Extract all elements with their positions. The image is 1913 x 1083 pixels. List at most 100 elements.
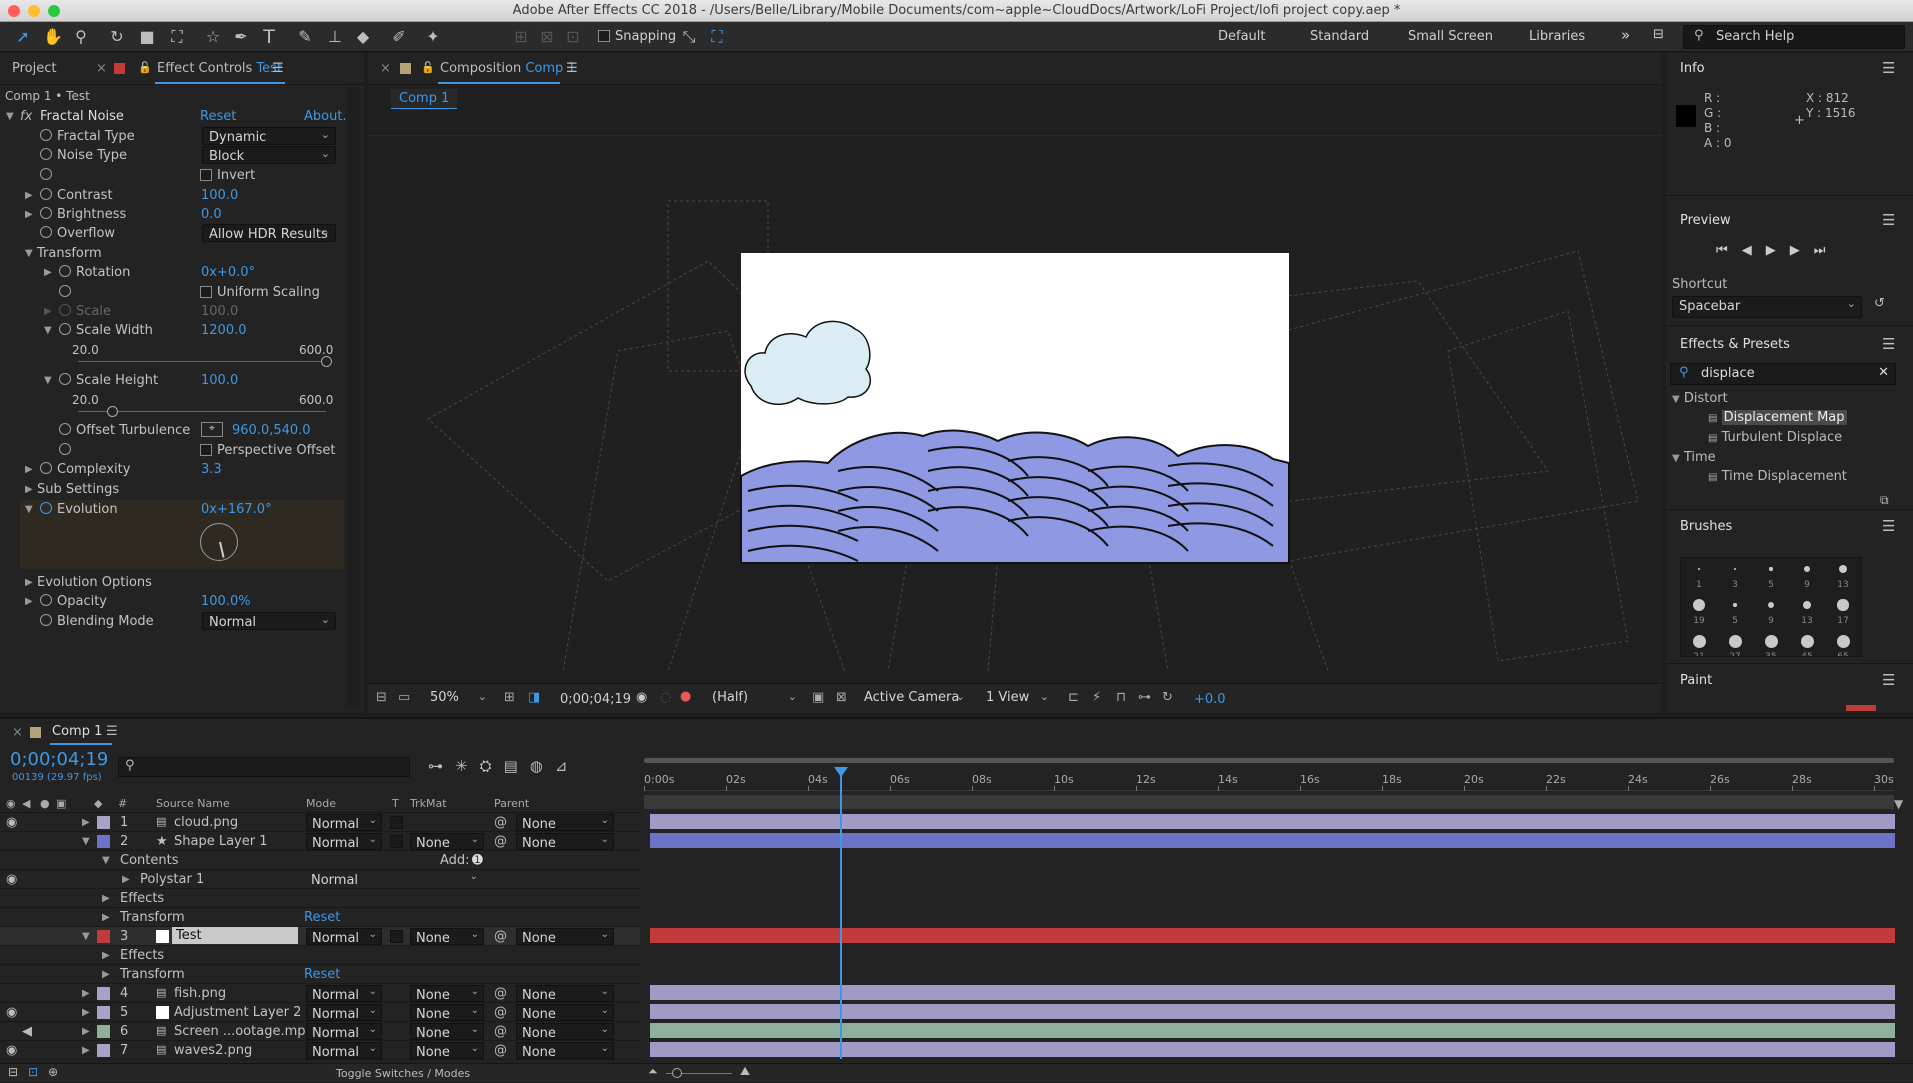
layer-bar-adjustment[interactable]	[650, 1004, 1895, 1019]
stopwatch-icon[interactable]	[40, 462, 52, 478]
last-frame-icon[interactable]: ⏭	[1814, 243, 1840, 258]
stopwatch-icon[interactable]	[59, 285, 71, 301]
layer-row[interactable]: ◉ ▶ 5 Adjustment Layer 2 Normal ⌄ None ⌄ @…	[0, 1003, 640, 1022]
trkmat-dropdown[interactable]: None ⌄	[410, 985, 484, 1003]
expand-arrow[interactable]: ▶	[44, 267, 52, 278]
align-icon-3[interactable]: ⊡	[560, 25, 586, 49]
preserve-transparency-toggle[interactable]	[390, 835, 403, 848]
parent-dropdown[interactable]: None ⌄	[516, 1023, 614, 1041]
clear-search-icon[interactable]: ✕	[1878, 365, 1889, 380]
mode-dropdown[interactable]: Normal ⌄	[306, 814, 382, 832]
expand-arrow[interactable]: ▶	[102, 912, 110, 923]
camera-dropdown[interactable]: Active Camera ⌄	[858, 690, 970, 708]
pickwhip-icon[interactable]: @	[494, 1024, 507, 1039]
expand-arrow[interactable]: ▶	[82, 817, 90, 828]
expand-arrow[interactable]: ▶	[82, 1026, 90, 1037]
playhead-handle[interactable]	[834, 767, 848, 777]
expand-effect-arrow[interactable]: ▼	[6, 111, 14, 122]
selection-tool-icon[interactable]: ➚	[10, 25, 36, 49]
slider-knob[interactable]	[106, 406, 118, 417]
tab-effect-controls[interactable]: Effect Controls Test	[157, 61, 282, 76]
expand-arrow[interactable]: ▶	[102, 893, 110, 904]
comp-marker-bin-icon[interactable]: ▼	[1894, 797, 1903, 811]
pan-behind-tool-icon[interactable]: ⛶	[164, 25, 190, 49]
expand-arrow[interactable]: ▶	[25, 596, 33, 607]
graph-editor-icon[interactable]: ⊿	[555, 757, 580, 775]
current-timecode[interactable]: 0;00;04;19	[10, 749, 108, 770]
mode-dropdown[interactable]: Normal ⌄	[306, 1023, 382, 1041]
effects-row[interactable]: ▶ Effects	[0, 946, 640, 965]
layer-bar-fish[interactable]	[650, 985, 1895, 1000]
layer-name[interactable]: cloud.png	[174, 815, 238, 830]
roto-brush-tool-icon[interactable]: ✐	[386, 25, 412, 49]
eye-icon[interactable]: ◉	[6, 1043, 17, 1058]
layer-row-selected[interactable]: ▼ 3 Test Normal ⌄ None ⌄ @ None ⌄	[0, 927, 640, 946]
brush-tip[interactable]: 27	[1717, 630, 1753, 656]
contrast-value[interactable]: 100.0	[201, 188, 238, 203]
layer-name[interactable]: Shape Layer 1	[174, 834, 268, 849]
offset-turbulence-value[interactable]: 960.0,540.0	[232, 423, 311, 438]
layer-label-color[interactable]	[97, 1025, 110, 1038]
next-frame-icon[interactable]: ▶	[1790, 243, 1814, 258]
stopwatch-icon[interactable]	[40, 168, 52, 184]
contents-row[interactable]: ▼ Contents Add: ➊	[0, 851, 640, 870]
snapping-toggle[interactable]: Snapping	[598, 29, 676, 44]
snap-feature-icon[interactable]: ⛶	[704, 25, 730, 49]
comp-mini-flowchart-icon[interactable]: ⊶	[428, 757, 455, 775]
eye-icon[interactable]: ◉	[6, 1005, 17, 1020]
tree-item-displacement-map[interactable]: ▤ Displacement Map	[1672, 410, 1912, 430]
tree-item-turbulent-displace[interactable]: ▤ Turbulent Displace	[1672, 430, 1912, 450]
close-tab-icon[interactable]: ×	[380, 61, 391, 76]
layer-row[interactable]: ▼ 2 ★ Shape Layer 1 Normal ⌄ None ⌄ @ None…	[0, 832, 640, 851]
layer-bar-shape-layer[interactable]	[650, 833, 1895, 848]
preserve-transparency-toggle[interactable]	[390, 930, 403, 943]
eye-icon[interactable]: ◉	[6, 815, 17, 830]
reset-exposure-icon[interactable]: ↻	[1162, 690, 1173, 705]
workspace-small-screen[interactable]: Small Screen	[1408, 29, 1493, 44]
brush-tip[interactable]: 1	[1681, 558, 1717, 594]
lock-icon[interactable]: 🔓	[421, 61, 435, 74]
brush-tip[interactable]: 21	[1681, 630, 1717, 656]
snapping-checkbox[interactable]	[598, 30, 610, 42]
rotation-value[interactable]: 0x+0.0°	[201, 265, 255, 280]
invert-checkbox[interactable]: Invert	[200, 168, 255, 183]
new-preset-icon[interactable]: ⧉	[1880, 493, 1889, 508]
mode-dropdown[interactable]: Normal ⌄	[306, 985, 382, 1003]
brightness-value[interactable]: 0.0	[201, 207, 222, 222]
noise-type-dropdown[interactable]: Block ⌄	[202, 146, 336, 164]
parent-dropdown[interactable]: None ⌄	[516, 833, 614, 851]
tree-item-time-displacement[interactable]: ▤ Time Displacement	[1672, 469, 1912, 489]
parent-dropdown[interactable]: None ⌄	[516, 928, 614, 946]
uniform-scaling-checkbox[interactable]: Uniform Scaling	[200, 285, 320, 300]
tab-timeline-comp[interactable]: Comp 1	[52, 724, 102, 739]
layer-name[interactable]: Screen ...ootage.mp4	[174, 1024, 314, 1039]
panel-menu-icon[interactable]: ☰	[566, 61, 578, 76]
solo-header-icon[interactable]: ●	[40, 797, 50, 810]
toggle-pixel-aspect-icon[interactable]: ⊏	[1068, 690, 1079, 705]
region-of-interest-icon[interactable]: ▣	[812, 690, 824, 705]
close-tab-icon[interactable]: ×	[96, 61, 107, 76]
expand-arrow[interactable]: ▶	[25, 209, 33, 220]
lock-header-icon[interactable]: ▣	[56, 797, 66, 810]
layer-name[interactable]: Adjustment Layer 2	[174, 1005, 301, 1020]
stopwatch-icon[interactable]	[40, 148, 52, 164]
eraser-tool-icon[interactable]: ◆	[350, 25, 376, 49]
pickwhip-icon[interactable]: @	[494, 1005, 507, 1020]
scale-width-slider[interactable]	[78, 356, 332, 367]
transform-reset-link[interactable]: Reset	[304, 967, 340, 982]
layer-name[interactable]: waves2.png	[174, 1043, 252, 1058]
view-layout-dropdown[interactable]: 1 View ⌄	[980, 690, 1054, 708]
polystar-mode-dropdown[interactable]: Normal ⌄	[306, 871, 482, 888]
collapse-arrow[interactable]: ▼	[82, 836, 90, 847]
layer-label-color[interactable]	[97, 835, 110, 848]
trkmat-dropdown[interactable]: None ⌄	[410, 833, 484, 851]
workspace-default[interactable]: Default	[1218, 29, 1266, 44]
video-toggle-header-icon[interactable]: ◉	[6, 797, 16, 810]
camera-tool-icon[interactable]: ■	[134, 25, 160, 49]
layer-name-editing[interactable]: Test	[172, 927, 298, 944]
draft-3d-icon[interactable]: ✳	[455, 757, 480, 775]
time-zoom-knob[interactable]	[672, 1068, 682, 1078]
expand-arrow[interactable]: ▶	[82, 1007, 90, 1018]
frame-blending-icon[interactable]: ▤	[504, 757, 530, 775]
layer-label-color[interactable]	[97, 930, 110, 943]
